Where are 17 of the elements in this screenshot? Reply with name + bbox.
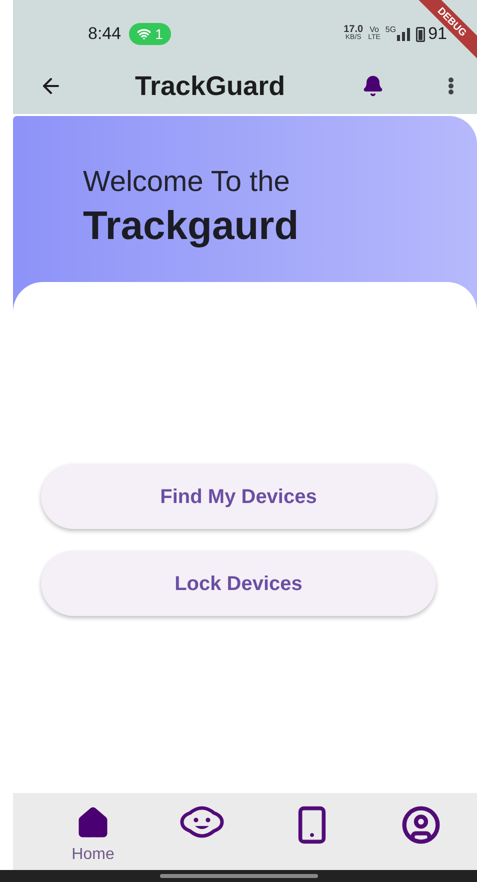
network-type: 5G bbox=[385, 24, 396, 36]
network-speed: 17.0 bbox=[344, 26, 364, 34]
app-name-heading: Trackgaurd bbox=[83, 203, 300, 250]
clock: 8:44 bbox=[88, 23, 122, 46]
account-icon bbox=[400, 805, 441, 845]
signal-icon bbox=[396, 27, 412, 41]
action-button[interactable]: Find My Devices bbox=[41, 464, 436, 529]
more-icon bbox=[448, 77, 454, 95]
app-title: TrackGuard bbox=[135, 70, 286, 103]
welcome-text: Welcome To the bbox=[83, 165, 291, 200]
action-button[interactable]: Lock Devices bbox=[41, 551, 436, 616]
baby-face-icon bbox=[180, 805, 224, 839]
volte-label: Vo bbox=[370, 26, 379, 34]
bell-icon bbox=[362, 75, 384, 97]
battery-icon bbox=[416, 26, 426, 42]
hotspot-badge: 1 bbox=[129, 23, 171, 45]
nav-item[interactable]: Home bbox=[53, 805, 133, 867]
